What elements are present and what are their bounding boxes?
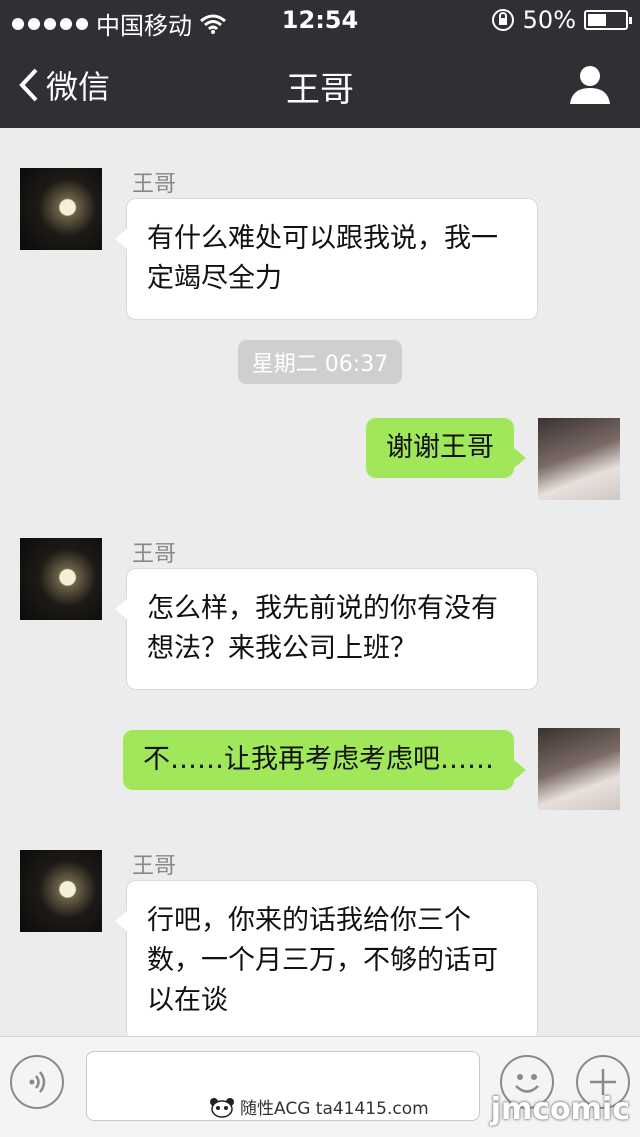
avatar[interactable]	[20, 168, 102, 250]
profile-icon[interactable]	[568, 62, 612, 106]
brand-watermark: jmcomic	[490, 1092, 630, 1127]
status-bar: 中国移动 12:54 50%	[0, 0, 640, 40]
chat-title: 王哥	[286, 70, 354, 110]
nav-bar: 微信 王哥	[0, 40, 640, 128]
panda-icon	[210, 1097, 234, 1118]
timestamp: 星期二 06:37	[0, 340, 640, 384]
battery-icon	[584, 10, 632, 30]
rotation-lock-icon	[491, 9, 514, 31]
avatar[interactable]	[20, 538, 102, 620]
avatar[interactable]	[538, 418, 620, 500]
avatar[interactable]	[538, 728, 620, 810]
sender-name: 王哥	[132, 854, 177, 879]
sender-name: 王哥	[132, 172, 177, 197]
timestamp-label: 星期二 06:37	[237, 340, 403, 384]
battery-percent: 50%	[522, 6, 576, 34]
sender-name: 王哥	[132, 542, 177, 567]
voice-icon	[29, 1071, 46, 1093]
voice-button[interactable]	[10, 1055, 64, 1109]
site-watermark: 随性ACG ta41415.com	[208, 1094, 429, 1119]
message-bubble-outgoing[interactable]: 谢谢王哥	[366, 418, 526, 478]
message-bubble-outgoing[interactable]: 不……让我再考虑考虑吧……	[123, 730, 526, 790]
message-bubble-incoming[interactable]: 怎么样，我先前说的你有没有想法？来我公司上班？	[115, 568, 538, 690]
avatar[interactable]	[20, 850, 102, 932]
chat-area[interactable]: 王哥 有什么难处可以跟我说，我一定竭尽全力 星期二 06:37 谢谢王哥 王哥 …	[0, 128, 640, 1036]
watermark-text: 随性ACG ta41415.com	[240, 1099, 429, 1119]
message-bubble-incoming[interactable]: 行吧，你来的话我给你三个数，一个月三万，不够的话可以在谈	[115, 880, 538, 1036]
message-bubble-incoming[interactable]: 有什么难处可以跟我说，我一定竭尽全力	[115, 198, 538, 320]
